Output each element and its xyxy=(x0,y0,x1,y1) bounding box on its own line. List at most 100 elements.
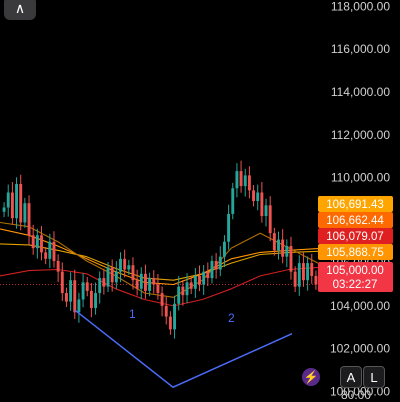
candle-body xyxy=(252,190,256,202)
candle-body xyxy=(281,239,285,257)
candle-body xyxy=(52,241,56,261)
y-tick-label: 112,000.00 xyxy=(331,128,390,142)
candle-body xyxy=(185,282,189,296)
candle-body xyxy=(164,305,168,317)
candle-body xyxy=(69,280,73,302)
candle-body xyxy=(231,188,235,214)
lightning-logo-icon[interactable]: ⚡ xyxy=(302,368,320,386)
y-tick-label: 102,000.00 xyxy=(330,342,390,356)
candle-body xyxy=(64,293,68,302)
candle-body xyxy=(15,183,19,219)
candle-body xyxy=(23,203,27,223)
candle-body xyxy=(260,192,264,217)
candle-body xyxy=(19,183,23,223)
y-tick-label: 104,000.00 xyxy=(330,299,390,313)
candle-body xyxy=(85,282,89,291)
price-tags: 106,691.43 106,662.44 106,079.07 105,868.75… xyxy=(318,196,393,292)
candle-body xyxy=(77,299,81,313)
candle-body xyxy=(6,192,10,208)
candle-body xyxy=(256,192,260,202)
candle-body xyxy=(102,278,106,287)
candle-body xyxy=(148,278,152,291)
candle-body xyxy=(277,239,280,251)
y-tick-label: 116,000.00 xyxy=(331,42,390,56)
candle-body xyxy=(156,284,160,294)
candle-body xyxy=(143,273,147,291)
candle-body xyxy=(123,258,127,270)
y-tick-label: 110,000.00 xyxy=(331,171,390,185)
candle-body xyxy=(268,205,272,234)
candle-body xyxy=(189,282,193,289)
candle-body xyxy=(202,271,206,285)
candle-body xyxy=(181,286,185,296)
candle-body xyxy=(89,290,93,309)
candle-body xyxy=(44,252,48,259)
pattern-line xyxy=(74,309,293,389)
candle-body xyxy=(243,175,247,187)
candle-body xyxy=(135,280,139,289)
y-tick-label: 114,000.00 xyxy=(331,85,390,99)
candle-body xyxy=(272,233,276,251)
candle-body xyxy=(198,275,201,285)
countdown-label: 03:22:27 xyxy=(333,279,378,291)
candle-body xyxy=(31,235,35,249)
candle-body xyxy=(264,205,268,217)
candle-body xyxy=(301,263,305,281)
auto-scale-button[interactable]: A xyxy=(340,366,362,388)
candle-body xyxy=(114,271,118,283)
price-tag-label: 106,691.43 xyxy=(326,199,384,211)
candlestick-series xyxy=(2,160,318,339)
candle-body xyxy=(177,286,181,304)
price-chart[interactable]: 12 100,000.00102,000.00104,000.00106,000… xyxy=(0,0,400,400)
candle-body xyxy=(314,275,318,285)
candle-body xyxy=(160,293,164,306)
price-tag-label: 105,000.00 xyxy=(326,265,384,277)
candle-body xyxy=(40,235,43,253)
candle-body xyxy=(60,271,64,294)
moving-average-line xyxy=(0,243,319,281)
price-tag-label: 106,079.07 xyxy=(326,231,384,243)
candle-body xyxy=(110,267,114,283)
candle-body xyxy=(56,260,60,272)
candle-body xyxy=(35,235,39,249)
candle-body xyxy=(131,265,135,281)
candle-body xyxy=(206,271,210,279)
candle-body xyxy=(168,316,172,330)
pattern-label: 1 xyxy=(129,307,136,321)
candle-body xyxy=(310,263,314,276)
price-tag-label: 106,662.44 xyxy=(326,215,384,227)
candle-body xyxy=(306,263,310,281)
candle-body xyxy=(2,207,6,212)
candle-body xyxy=(218,256,222,270)
candle-body xyxy=(285,245,289,257)
log-scale-button[interactable]: L xyxy=(363,366,385,388)
candle-body xyxy=(152,278,156,285)
candle-body xyxy=(139,273,143,289)
candle-body xyxy=(94,293,98,309)
candle-body xyxy=(247,175,251,191)
candle-body xyxy=(10,192,14,219)
candle-body xyxy=(193,275,197,289)
pattern-label: 2 xyxy=(228,311,235,325)
candle-body xyxy=(239,171,243,187)
candle-body xyxy=(27,203,31,236)
candle-body xyxy=(222,241,226,257)
collapse-button[interactable]: ∧ xyxy=(4,0,36,20)
candle-body xyxy=(289,245,293,272)
candle-body xyxy=(106,267,110,287)
candle-body xyxy=(119,258,122,272)
double-bottom-pattern: 12 xyxy=(74,307,293,389)
price-tag-label: 105,868.75 xyxy=(326,247,384,259)
candle-body xyxy=(98,278,102,294)
candle-body xyxy=(214,260,218,270)
chevron-up-icon: ∧ xyxy=(14,0,26,16)
candle-body xyxy=(173,303,177,330)
candle-body xyxy=(73,280,77,313)
y-tick-label: 118,000.00 xyxy=(331,0,390,13)
candle-body xyxy=(48,241,52,259)
candle-body xyxy=(235,171,239,189)
candle-body xyxy=(227,213,231,242)
candle-body xyxy=(81,282,85,300)
candle-body xyxy=(293,271,297,287)
candle-body xyxy=(210,260,214,279)
